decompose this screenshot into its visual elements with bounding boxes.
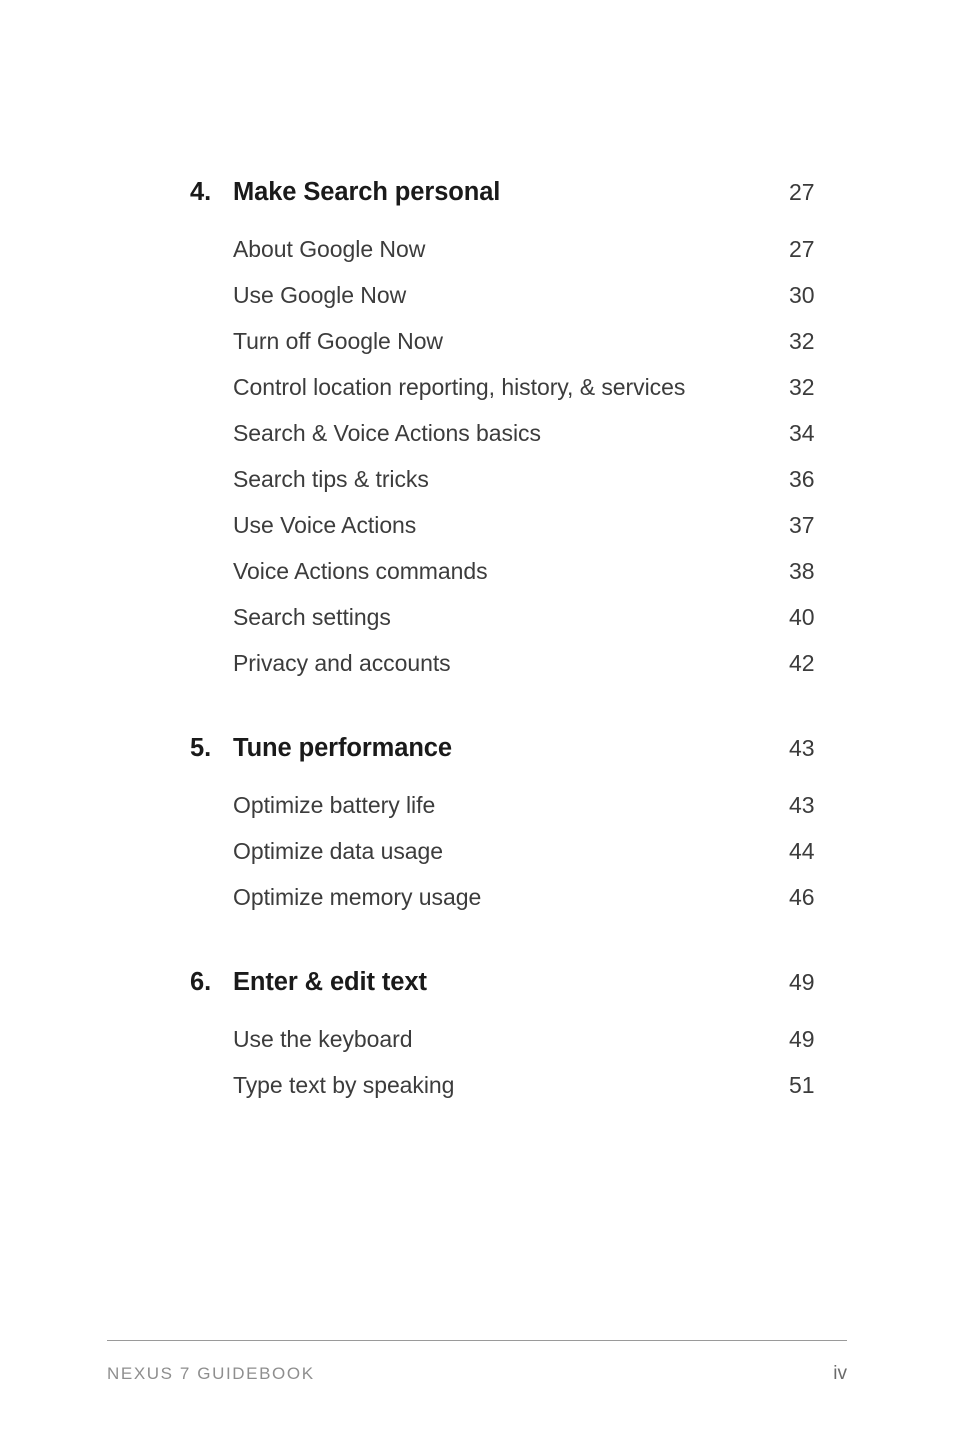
toc-chapter-group: 4. Make Search personal 27 About Google Now… [190,178,847,696]
chapter-title: Enter & edit text [233,968,427,996]
toc-entry-row[interactable]: Turn off Google Now 32 [190,328,847,374]
toc-entry-list: Optimize battery life 43 Optimize data usa… [190,792,847,930]
entry-label: Search settings [233,604,391,630]
toc-entry-row[interactable]: Optimize battery life 43 [190,792,847,838]
entry-label: Turn off Google Now [233,328,443,354]
toc-entry-list: About Google Now 27 Use Google Now 30 Turn o… [190,236,847,696]
toc-entry-row[interactable]: Use Voice Actions 37 [190,512,847,558]
entry-page-number: 37 [789,512,815,538]
entry-label: Use Voice Actions [233,512,417,538]
toc-chapter-row[interactable]: 5. Tune performance 43 [190,734,847,780]
footer-divider [107,1340,847,1341]
entry-label: Use the keyboard [233,1026,413,1052]
toc-entry-row[interactable]: About Google Now 27 [190,236,847,282]
entry-page-number: 42 [789,650,815,676]
entry-page-number: 32 [789,374,815,400]
entry-label: Use Google Now [233,282,407,308]
page-footer: NEXUS 7 GUIDEBOOK iv [107,1340,847,1385]
entry-page-number: 30 [789,282,815,308]
entry-label: Optimize battery life [233,792,436,818]
footer-page-number: iv [833,1363,847,1384]
toc-chapter-row[interactable]: 4. Make Search personal 27 [190,178,847,224]
entry-label: Type text by speaking [233,1072,455,1098]
chapter-title: Tune performance [233,734,452,762]
entry-page-number: 32 [789,328,815,354]
chapter-page-number: 43 [789,735,815,761]
entry-page-number: 36 [789,466,815,492]
chapter-page-number: 49 [789,969,815,995]
toc-entry-row[interactable]: Use the keyboard 49 [190,1026,847,1072]
document-page: 4. Make Search personal 27 About Google Now… [0,0,954,1435]
footer-book-title: NEXUS 7 GUIDEBOOK [107,1364,315,1383]
toc-entry-row[interactable]: Privacy and accounts 42 [190,650,847,696]
chapter-number: 5. [190,734,212,762]
toc-entry-row[interactable]: Voice Actions commands 38 [190,558,847,604]
toc-chapter-row[interactable]: 6. Enter & edit text 49 [190,968,847,1014]
toc-entry-row[interactable]: Use Google Now 30 [190,282,847,328]
entry-label: Search & Voice Actions basics [233,420,541,446]
entry-label: Optimize data usage [233,838,444,864]
entry-label: Voice Actions commands [233,558,488,584]
toc-entry-list: Use the keyboard 49 Type text by speaking 5… [190,1026,847,1118]
table-of-contents: 4. Make Search personal 27 About Google Now… [190,178,847,1118]
entry-label: Search tips & tricks [233,466,429,492]
toc-chapter-group: 6. Enter & edit text 49 Use the keyboard 49 T… [190,968,847,1118]
toc-entry-row[interactable]: Optimize memory usage 46 [190,884,847,930]
entry-page-number: 51 [789,1072,815,1098]
entry-label: Privacy and accounts [233,650,451,676]
toc-entry-row[interactable]: Search tips & tricks 36 [190,466,847,512]
toc-entry-row[interactable]: Control location reporting, history, & s… [190,374,847,420]
entry-page-number: 38 [789,558,815,584]
chapter-number: 6. [190,968,212,996]
chapter-page-number: 27 [789,179,815,205]
toc-entry-row[interactable]: Optimize data usage 44 [190,838,847,884]
chapter-number: 4. [190,178,212,206]
entry-page-number: 27 [789,236,815,262]
toc-chapter-group: 5. Tune performance 43 Optimize battery lif… [190,734,847,930]
entry-page-number: 34 [789,420,815,446]
entry-label: Control location reporting, history, & s… [233,374,686,400]
toc-entry-row[interactable]: Search settings 40 [190,604,847,650]
entry-page-number: 43 [789,792,815,818]
entry-label: About Google Now [233,236,426,262]
chapter-title: Make Search personal [233,178,501,206]
footer-content: NEXUS 7 GUIDEBOOK iv [107,1363,847,1385]
entry-page-number: 40 [789,604,815,630]
toc-entry-row[interactable]: Type text by speaking 51 [190,1072,847,1118]
entry-page-number: 44 [789,838,815,864]
entry-page-number: 49 [789,1026,815,1052]
toc-entry-row[interactable]: Search & Voice Actions basics 34 [190,420,847,466]
entry-label: Optimize memory usage [233,884,482,910]
entry-page-number: 46 [789,884,815,910]
